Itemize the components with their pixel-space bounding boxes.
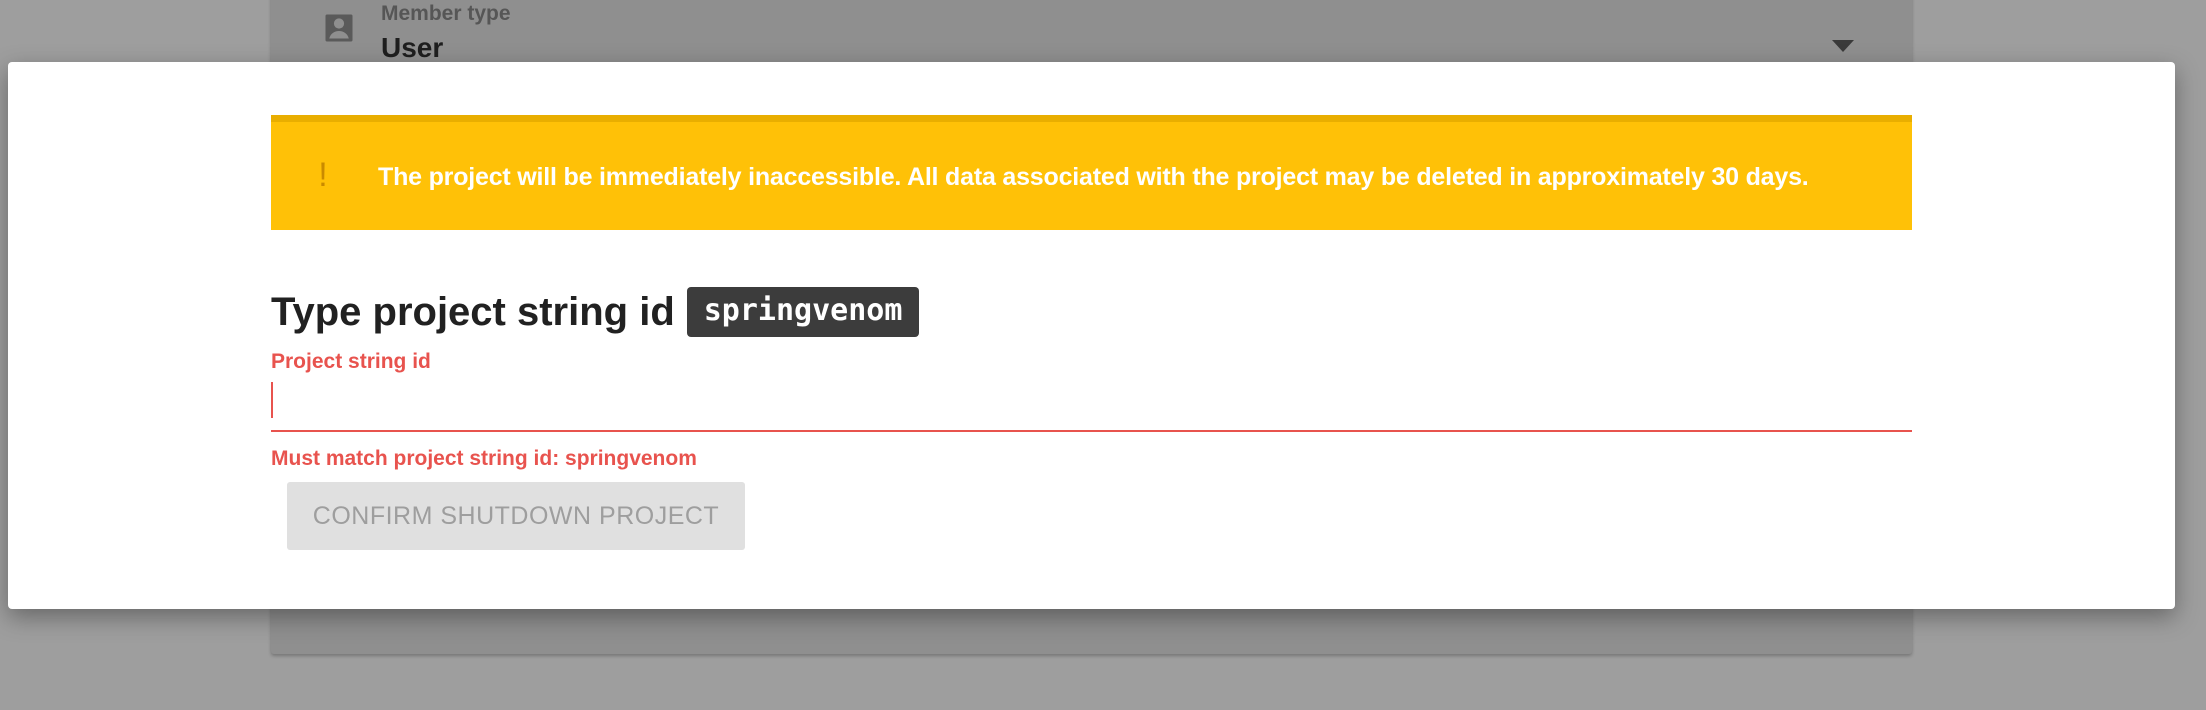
confirm-shutdown-button[interactable]: CONFIRM SHUTDOWN PROJECT xyxy=(287,482,745,550)
arrow-drop-down-icon xyxy=(1832,40,1854,52)
project-id-chip: springvenom xyxy=(686,287,920,337)
account-box-icon xyxy=(325,14,353,42)
warning-banner: ! The project will be immediately inacce… xyxy=(271,115,1912,230)
project-string-id-input[interactable] xyxy=(271,380,1912,432)
warning-text: The project will be immediately inaccess… xyxy=(378,163,1809,191)
member-type-field: Member type User xyxy=(271,0,1912,63)
dialog-heading: Type project string id springvenom xyxy=(271,287,920,337)
member-type-value: User xyxy=(381,32,444,63)
member-type-label: Member type xyxy=(381,2,511,25)
heading-text: Type project string id xyxy=(271,289,675,334)
project-string-id-label: Project string id xyxy=(271,350,431,373)
shutdown-project-dialog: ! The project will be immediately inacce… xyxy=(8,62,2175,609)
validation-error: Must match project string id: springveno… xyxy=(271,447,697,470)
exclamation-icon: ! xyxy=(318,156,328,194)
text-caret xyxy=(271,382,273,418)
